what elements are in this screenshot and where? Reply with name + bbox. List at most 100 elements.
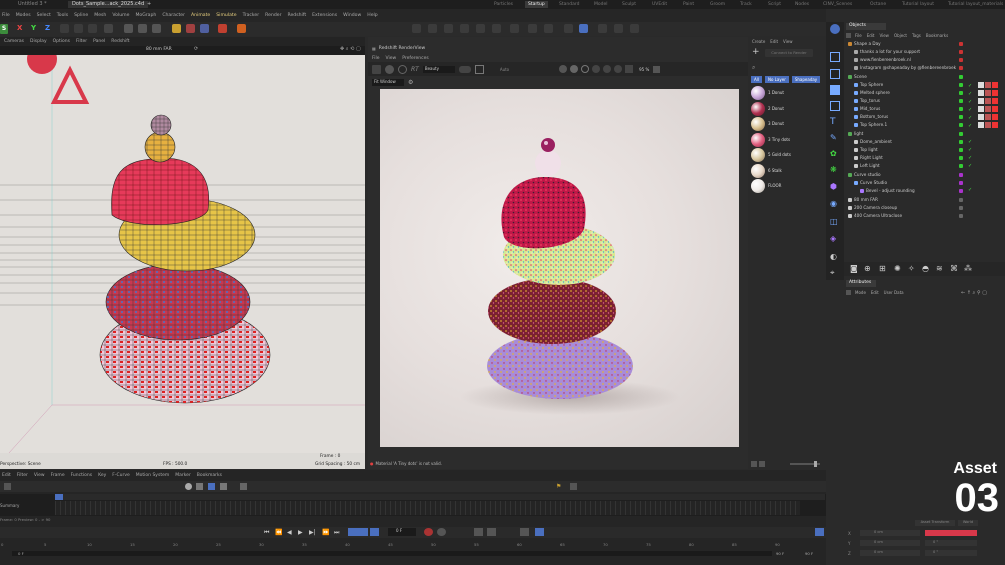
attr-tab-transform[interactable]: Asset Transform	[915, 520, 955, 526]
layout-tab-particles[interactable]: Particles	[494, 1, 513, 8]
rot-x-field-active[interactable]	[925, 530, 977, 536]
layer-dot[interactable]	[959, 123, 963, 127]
menu-window[interactable]: Window	[343, 13, 361, 18]
material-item[interactable]: 6 Stalk	[751, 163, 825, 178]
next-key-icon[interactable]: ⏩	[322, 529, 329, 536]
tl-marker-icon[interactable]: ⚑	[556, 483, 563, 490]
deformer-icon[interactable]	[460, 24, 469, 33]
layout-tab-tutorial-materials[interactable]: Tutorial layout_materials	[948, 1, 1003, 8]
palette-link-icon[interactable]	[830, 24, 840, 34]
material-item[interactable]: 3 Tiny dots	[751, 132, 825, 147]
viewport-camera-label[interactable]: 80 mm FAR	[146, 47, 172, 52]
rv-rt-toggle[interactable]: RT	[411, 66, 419, 73]
add-material-icon[interactable]: +	[752, 47, 762, 57]
obj-menu-tags[interactable]: Tags	[912, 33, 921, 38]
mat-filter-all[interactable]: All	[751, 76, 762, 83]
frame-ruler[interactable]: 0 5 10 15 20 25 30 35 40 45 50 55 60 65 …	[0, 540, 826, 550]
mograph-icon[interactable]	[492, 24, 501, 33]
object-row[interactable]: 400 Camera Ultraclose	[848, 213, 1003, 221]
workplane-icon[interactable]	[88, 24, 97, 33]
layout-tab-startup[interactable]: Startup	[525, 1, 548, 8]
tl-menu-view[interactable]: View	[34, 473, 45, 478]
3d-viewport[interactable]	[0, 55, 365, 463]
redshift-tool-icon[interactable]	[237, 24, 246, 33]
nodes-icon[interactable]: ⁂	[964, 264, 972, 273]
tl-menu-filter[interactable]: Filter	[17, 473, 28, 478]
object-row[interactable]: Left Light	[848, 163, 1003, 171]
obj-menu-file[interactable]: File	[855, 33, 862, 38]
next-frame-icon[interactable]: ▶|	[309, 529, 316, 536]
snap-icon[interactable]	[74, 24, 83, 33]
grid-toolbar-icon[interactable]: ⊞	[879, 264, 886, 273]
redshift-dome-icon[interactable]	[218, 24, 227, 33]
obj-menu-object[interactable]: Object	[894, 33, 907, 38]
object-row[interactable]: Top light	[848, 147, 1003, 155]
menu-select[interactable]: Select	[37, 13, 51, 18]
palette-nurbs-icon[interactable]: ◉	[830, 199, 840, 209]
dopesheet-area[interactable]	[0, 494, 826, 516]
tl-record-icon[interactable]	[185, 483, 192, 490]
rv-fit-icon[interactable]	[653, 65, 661, 73]
object-row[interactable]: light	[848, 131, 1003, 139]
rv-gear-icon[interactable]: ⚙	[408, 79, 413, 86]
menu-redshift[interactable]: Redshift	[288, 13, 307, 18]
palette-plane-icon[interactable]	[830, 101, 840, 111]
cube-icon[interactable]	[412, 24, 421, 33]
layout-tab-tutorial[interactable]: Tutorial layout	[902, 1, 934, 8]
viewport-nav-icon[interactable]: ✥ ⌕ ⟲ ▢	[340, 46, 361, 52]
attr-menu-userdata[interactable]: User Data	[884, 290, 904, 295]
mat-menu-edit[interactable]: Edit	[770, 39, 778, 44]
layout-tab-groom[interactable]: Groom	[710, 1, 725, 8]
particle-icon[interactable]: ✧	[908, 264, 915, 273]
mat-menu-create[interactable]: Create	[752, 39, 765, 44]
object-row[interactable]: Curve studio	[848, 172, 1003, 180]
menu-simulate[interactable]: Simulate	[216, 13, 236, 18]
tag-icon[interactable]: ⌘	[950, 264, 958, 273]
prev-frame-icon[interactable]: ◀	[287, 529, 292, 536]
object-row[interactable]: thanks a lot for your support	[848, 49, 1003, 57]
mat-size-slider[interactable]	[790, 461, 820, 467]
render-active-icon[interactable]	[138, 24, 147, 33]
fog-icon[interactable]: ≋	[936, 264, 943, 273]
tl-menu-edit[interactable]: Edit	[2, 473, 11, 478]
menu-help[interactable]: Help	[367, 13, 377, 18]
tl-menu-fcurve[interactable]: F-Curve	[112, 473, 130, 478]
palette-deformer-icon[interactable]: ⬢	[830, 182, 840, 192]
tl-key-icon[interactable]	[196, 483, 203, 490]
rv-lut-icon[interactable]	[603, 65, 612, 73]
snap-toggle-icon[interactable]	[544, 24, 553, 33]
globe-icon[interactable]: ⊕	[864, 264, 871, 273]
rv-stop-icon[interactable]	[398, 64, 407, 74]
rot-z-field[interactable]: 0 °	[925, 550, 977, 556]
material-item[interactable]: FLOOR	[751, 178, 825, 193]
attr-menu-mode[interactable]: Mode	[855, 290, 866, 295]
menu-extensions[interactable]: Extensions	[312, 13, 337, 18]
layer-dot[interactable]	[959, 58, 963, 62]
preview-range-toggle[interactable]	[370, 528, 379, 536]
range-end-field[interactable]: 90 F	[776, 551, 784, 556]
object-row[interactable]: 80 mm FAR	[848, 197, 1003, 205]
tl-bookmark-icon[interactable]	[570, 483, 577, 490]
palette-cube-icon[interactable]	[830, 85, 840, 95]
layout-tab-nodes[interactable]: Nodes	[795, 1, 809, 8]
layer-dot[interactable]	[959, 83, 963, 87]
rv-snapshot-icon[interactable]	[372, 64, 381, 74]
palette-field-icon[interactable]: ◈	[830, 234, 840, 244]
mat-filter-no-layer[interactable]: No Layer	[764, 76, 789, 83]
rv-tone-icon[interactable]	[570, 65, 579, 73]
obj-menu-edit[interactable]: Edit	[867, 33, 875, 38]
mat-view-list-icon[interactable]	[759, 461, 765, 467]
go-end-icon[interactable]: ⏭	[334, 529, 339, 537]
rv-region-icon[interactable]	[486, 65, 495, 74]
material-search-icon[interactable]: ⌕	[752, 64, 760, 72]
redshift-materials-icon[interactable]	[200, 24, 209, 33]
coord-system-icon[interactable]	[60, 24, 69, 33]
range-start-field[interactable]: 0 F	[18, 551, 24, 556]
record-keys-icon[interactable]	[424, 528, 433, 536]
object-row[interactable]: Curve Studio	[848, 180, 1003, 188]
layer-dot[interactable]	[959, 148, 963, 152]
material-item[interactable]: 5 Gold dots	[751, 147, 825, 162]
menu-tools[interactable]: Tools	[57, 13, 68, 18]
autokey-icon[interactable]	[437, 528, 446, 536]
layer-dot[interactable]	[959, 214, 963, 218]
